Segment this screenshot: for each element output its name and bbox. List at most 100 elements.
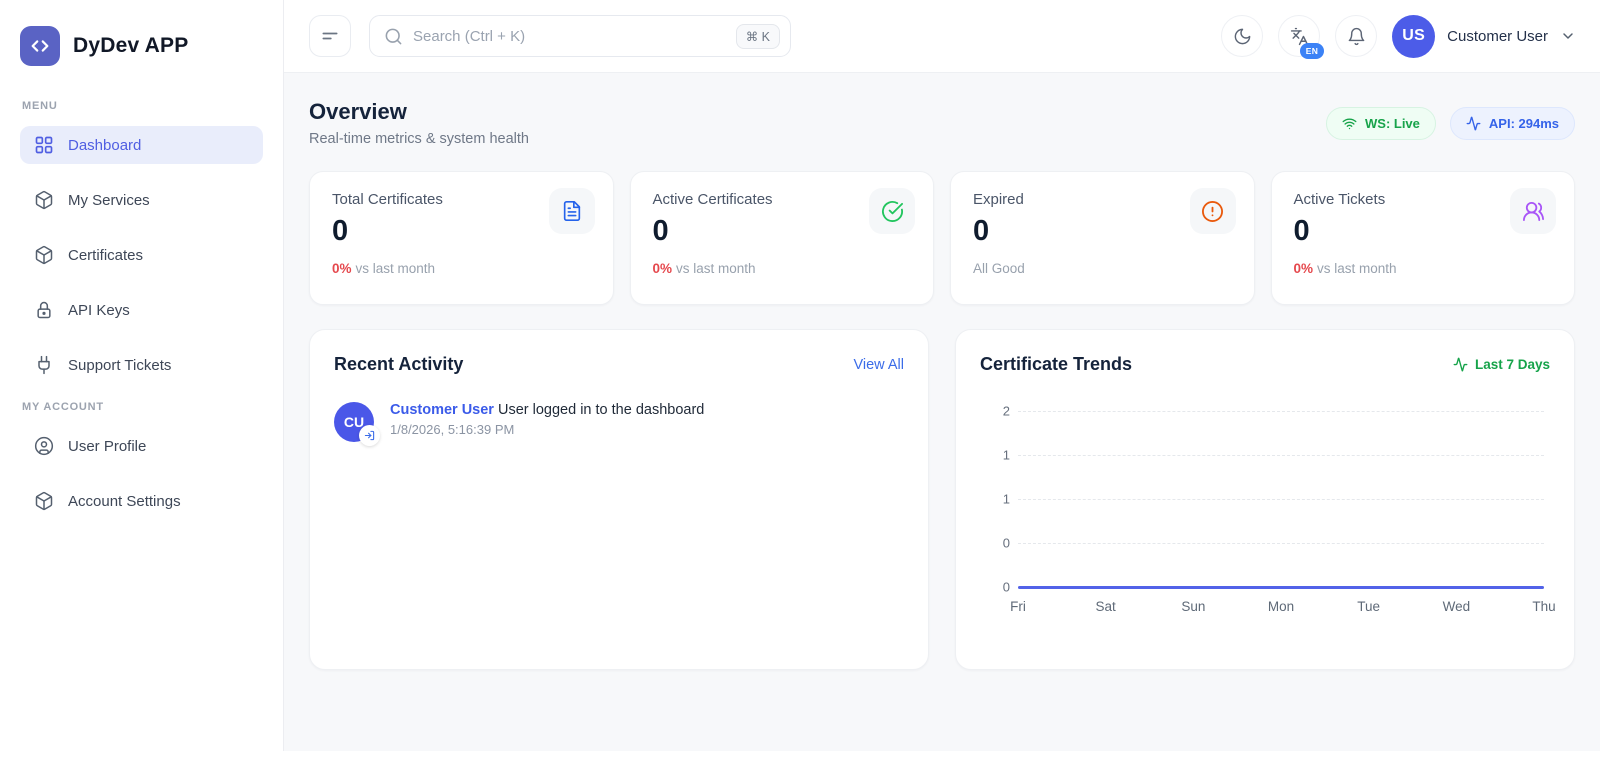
- sidebar-item-certificates[interactable]: Certificates: [20, 236, 263, 274]
- stat-card-total-certificates: Total Certificates 0 0%vs last month: [309, 171, 614, 305]
- topbar-actions: EN US Customer User: [1221, 15, 1576, 58]
- stat-delta: 0%: [332, 261, 352, 276]
- stat-delta: 0%: [653, 261, 673, 276]
- activity-message: Customer User User logged in to the dash…: [390, 402, 704, 418]
- bottom-grid: Recent Activity View All CU Custom: [309, 329, 1575, 670]
- sidebar-item-label: Certificates: [68, 247, 143, 264]
- activity-icon: [1453, 357, 1468, 372]
- content-area: Overview Real-time metrics & system heal…: [284, 73, 1600, 751]
- menu-toggle-button[interactable]: [309, 15, 351, 57]
- x-axis-tick: Sat: [1096, 599, 1116, 614]
- gridline: [1018, 499, 1544, 500]
- activity-icon: [1466, 116, 1481, 131]
- sidebar-item-dashboard[interactable]: Dashboard: [20, 126, 263, 164]
- grid-icon: [34, 135, 54, 155]
- api-latency-label: API: 294ms: [1489, 116, 1559, 131]
- check-circle-icon: [869, 188, 915, 234]
- cube-icon: [34, 491, 54, 511]
- wifi-icon: [1342, 116, 1357, 131]
- sidebar: DyDev APP MENU Dashboard My Services Cer…: [0, 0, 284, 751]
- notifications-button[interactable]: [1335, 15, 1377, 57]
- sidebar-item-support-tickets[interactable]: Support Tickets: [20, 346, 263, 384]
- x-axis-tick: Tue: [1357, 599, 1380, 614]
- y-axis-tick: 1: [988, 492, 1010, 507]
- certificate-trends-title: Certificate Trends: [980, 354, 1132, 375]
- sidebar-item-account-settings[interactable]: Account Settings: [20, 482, 263, 520]
- activity-action-text: User logged in to the dashboard: [498, 402, 704, 418]
- file-text-icon: [549, 188, 595, 234]
- user-circle-icon: [34, 436, 54, 456]
- cube-icon: [34, 190, 54, 210]
- stat-note: vs last month: [676, 261, 756, 276]
- stats-grid: Total Certificates 0 0%vs last month Act…: [309, 171, 1575, 305]
- sidebar-item-label: API Keys: [68, 302, 130, 319]
- stat-card-active-certificates: Active Certificates 0 0%vs last month: [630, 171, 935, 305]
- page-subtitle: Real-time metrics & system health: [309, 131, 529, 147]
- api-latency-badge: API: 294ms: [1450, 107, 1575, 140]
- stat-card-expired: Expired 0 All Good: [950, 171, 1255, 305]
- x-axis-labels: Fri Sat Sun Mon Tue Wed Thu: [1018, 599, 1544, 617]
- activity-avatar: CU: [334, 402, 374, 442]
- chart-plot-area: 2 1 1 0 0 Fri Sat Sun Mon Tue: [1018, 411, 1544, 587]
- hamburger-icon: [320, 26, 340, 46]
- main-column: ⌘ K EN: [284, 0, 1600, 751]
- stat-delta: 0%: [1294, 261, 1314, 276]
- sidebar-item-api-keys[interactable]: API Keys: [20, 291, 263, 329]
- stat-note: All Good: [973, 261, 1025, 276]
- search-icon: [384, 27, 403, 46]
- recent-activity-title: Recent Activity: [334, 354, 463, 375]
- language-badge: EN: [1300, 43, 1324, 59]
- x-axis-tick: Sun: [1181, 599, 1205, 614]
- search-input[interactable]: [413, 28, 726, 45]
- app-logo: DyDev APP: [20, 20, 263, 92]
- ws-status-label: WS: Live: [1365, 116, 1420, 131]
- user-avatar: US: [1392, 15, 1435, 58]
- user-menu[interactable]: US Customer User: [1392, 15, 1576, 58]
- gridline: [1018, 455, 1544, 456]
- chart-range-label: Last 7 Days: [1453, 357, 1550, 372]
- sidebar-item-my-services[interactable]: My Services: [20, 181, 263, 219]
- stat-footnote: 0%vs last month: [653, 261, 912, 276]
- stat-footnote: 0% vs last month: [332, 261, 591, 276]
- theme-toggle-button[interactable]: [1221, 15, 1263, 57]
- lock-icon: [34, 300, 54, 320]
- x-axis-tick: Fri: [1010, 599, 1026, 614]
- view-all-link[interactable]: View All: [853, 357, 904, 373]
- status-badges: WS: Live API: 294ms: [1326, 107, 1575, 140]
- chart-range-text: Last 7 Days: [1475, 357, 1550, 372]
- stat-footnote: 0%vs last month: [1294, 261, 1553, 276]
- bell-icon: [1347, 27, 1366, 46]
- y-axis-tick: 0: [988, 580, 1010, 595]
- code-chevrons-icon: [20, 26, 60, 66]
- y-axis-tick: 2: [988, 404, 1010, 419]
- moon-icon: [1233, 27, 1252, 46]
- stat-note: vs last month: [356, 261, 436, 276]
- app-title: DyDev APP: [73, 34, 188, 58]
- x-axis-tick: Mon: [1268, 599, 1294, 614]
- chevron-down-icon: [1560, 28, 1576, 44]
- gridline: [1018, 411, 1544, 412]
- activity-timestamp: 1/8/2026, 5:16:39 PM: [390, 422, 704, 437]
- topbar: ⌘ K EN: [284, 0, 1600, 73]
- certificate-trends-panel: Certificate Trends Last 7 Days: [955, 329, 1575, 670]
- language-button[interactable]: EN: [1278, 15, 1320, 57]
- user-name: Customer User: [1447, 28, 1548, 45]
- recent-activity-panel: Recent Activity View All CU Custom: [309, 329, 929, 670]
- stat-card-active-tickets: Active Tickets 0 0%vs last month: [1271, 171, 1576, 305]
- ws-status-badge: WS: Live: [1326, 107, 1436, 140]
- stat-note: vs last month: [1317, 261, 1397, 276]
- sidebar-item-label: My Services: [68, 192, 150, 209]
- x-axis-tick: Thu: [1532, 599, 1555, 614]
- plug-icon: [34, 355, 54, 375]
- search-box: ⌘ K: [369, 15, 791, 57]
- menu-section-label: MENU: [22, 100, 263, 112]
- activity-actor[interactable]: Customer User: [390, 402, 494, 418]
- page-header: Overview Real-time metrics & system heal…: [309, 99, 1575, 147]
- activity-list-item: CU Customer User User logged in to the d…: [334, 402, 904, 442]
- x-axis-tick: Wed: [1443, 599, 1471, 614]
- trends-line-chart: 2 1 1 0 0 Fri Sat Sun Mon Tue: [988, 411, 1544, 587]
- sidebar-item-user-profile[interactable]: User Profile: [20, 427, 263, 465]
- sidebar-item-label: User Profile: [68, 438, 146, 455]
- y-axis-tick: 1: [988, 448, 1010, 463]
- stat-footnote: All Good: [973, 261, 1232, 276]
